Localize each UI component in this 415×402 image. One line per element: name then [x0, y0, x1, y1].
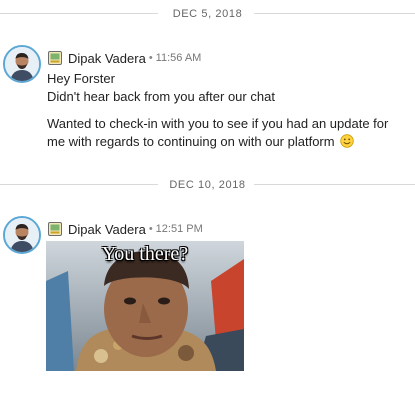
message-header: Dipak Vadera • 11:56 AM: [48, 49, 201, 67]
message-paragraph: Wanted to check-in with you to see if yo…: [47, 115, 409, 153]
gif-attachment[interactable]: You there?: [46, 241, 244, 371]
message-line: Hey Forster: [47, 71, 115, 86]
avatar[interactable]: [3, 216, 41, 254]
message-header: Dipak Vadera • 12:51 PM: [48, 220, 203, 238]
message-time: 11:56 AM: [155, 52, 202, 64]
message-line: Didn't hear back from you after our chat: [47, 89, 275, 104]
date-divider: DEC 5, 2018: [0, 6, 415, 22]
gif-caption: You there?: [101, 243, 189, 265]
separator-dot: •: [148, 223, 153, 235]
divider-date-label: DEC 10, 2018: [169, 179, 246, 191]
smiley-emoji-icon: [340, 134, 354, 153]
avatar-photo: [5, 218, 39, 252]
separator-dot: •: [148, 52, 153, 64]
sender-name[interactable]: Dipak Vadera: [68, 51, 146, 66]
sender-name[interactable]: Dipak Vadera: [68, 222, 146, 237]
message-body: Hey Forster Didn't hear back from you af…: [47, 70, 409, 153]
avatar[interactable]: [3, 45, 41, 83]
message-time: 12:51 PM: [155, 223, 203, 235]
date-divider: DEC 10, 2018: [0, 177, 415, 193]
avatar-photo: [5, 47, 39, 81]
premium-badge-icon: [48, 222, 62, 236]
divider-date-label: DEC 5, 2018: [172, 8, 243, 20]
premium-badge-icon: [48, 51, 62, 65]
message-line: Wanted to check-in with you to see if yo…: [47, 116, 389, 149]
